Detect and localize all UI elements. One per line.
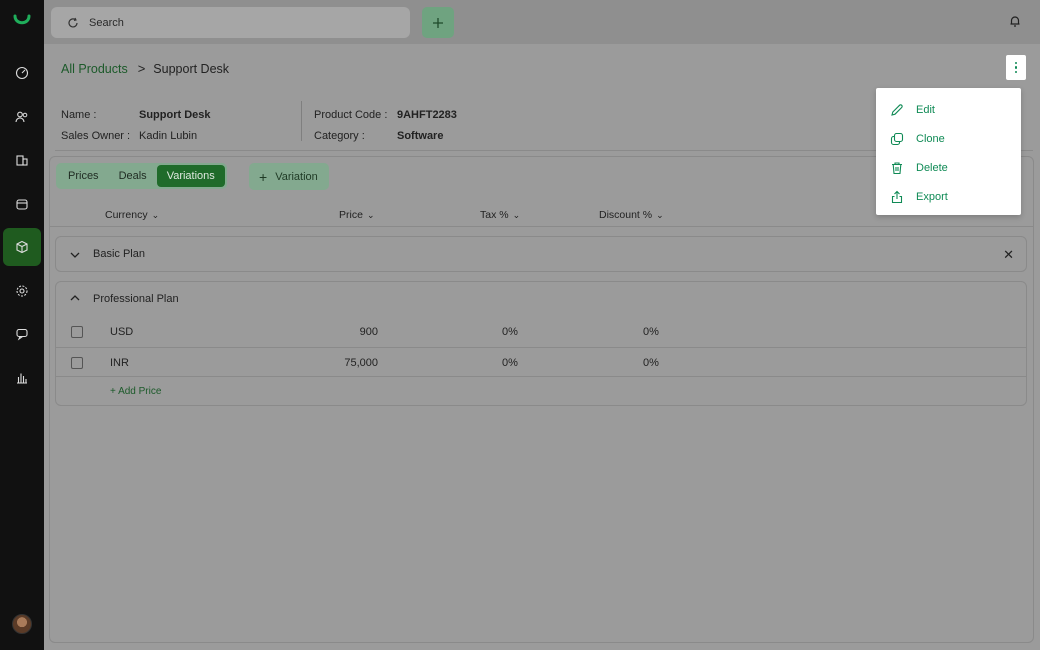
plan-basic: Basic Plan ✕ [55, 236, 1027, 272]
column-currency-label: Currency [105, 209, 148, 221]
chevron-up-icon[interactable] [69, 292, 81, 304]
menu-item-label: Clone [916, 132, 945, 145]
name-value: Support Desk [139, 108, 211, 121]
category-label: Category : [314, 129, 365, 142]
copy-icon [890, 132, 904, 145]
bar-chart-icon [17, 373, 27, 384]
plan-title: Professional Plan [93, 293, 179, 305]
breadcrumb-all-products[interactable]: All Products [61, 62, 128, 76]
category-value: Software [397, 129, 444, 142]
avatar[interactable] [12, 614, 32, 634]
add-button[interactable] [422, 7, 454, 38]
chevron-down-icon: ⌄ [512, 209, 521, 220]
kebab-dot [1014, 61, 1018, 65]
content-card: Prices Deals Variations + Variation Curr… [49, 156, 1034, 643]
column-discount-label: Discount % [599, 209, 653, 221]
sidebar-item-companies[interactable] [3, 141, 41, 179]
kebab-dot [1014, 66, 1018, 69]
column-price-label: Price [339, 209, 363, 221]
add-variation-label: Variation [275, 170, 318, 183]
menu-item-edit[interactable]: Edit [876, 95, 1021, 124]
price-cell: 900 [359, 326, 378, 338]
column-header-price[interactable]: Price ⌄ [339, 209, 374, 221]
add-variation-button[interactable]: + Variation [249, 163, 329, 190]
sidebar-item-messages[interactable] [3, 315, 41, 353]
tax-cell: 0% [502, 326, 518, 338]
menu-item-label: Edit [916, 103, 935, 116]
table-row: INR 75,000 0% 0% [56, 347, 1026, 377]
row-checkbox[interactable] [71, 326, 83, 338]
product-code-label: Product Code : [314, 108, 388, 121]
sidebar-item-contacts[interactable] [3, 98, 41, 136]
users-icon [15, 111, 28, 122]
bell-icon[interactable] [1008, 14, 1022, 28]
price-cell: 75,000 [344, 357, 378, 369]
more-options-menu: Edit Clone Delete Export [876, 88, 1021, 215]
discount-cell: 0% [643, 326, 659, 338]
sidebar-item-calendar[interactable] [3, 185, 41, 223]
currency-cell: USD [110, 326, 134, 338]
chevron-down-icon[interactable] [69, 249, 81, 261]
tax-cell: 0% [502, 357, 518, 369]
column-tax-label: Tax % [480, 209, 509, 221]
app-logo[interactable] [11, 10, 33, 32]
menu-item-label: Export [916, 190, 948, 203]
sales-owner-value: Kadin Lubin [139, 129, 198, 142]
calendar-icon [16, 198, 28, 210]
chevron-down-icon: ⌄ [366, 209, 375, 220]
sidebar-item-reports[interactable] [3, 359, 41, 397]
tab-prices[interactable]: Prices [58, 165, 109, 187]
column-header-currency[interactable]: Currency ⌄ [105, 209, 159, 221]
close-icon[interactable]: ✕ [1003, 247, 1014, 263]
pencil-icon [891, 103, 903, 116]
chevron-down-icon: ⌄ [151, 209, 160, 220]
plus-icon [433, 17, 443, 28]
breadcrumb-current: Support Desk [153, 61, 230, 76]
menu-item-export[interactable]: Export [876, 182, 1021, 211]
topbar: Search [44, 0, 1040, 44]
chat-icon [16, 328, 28, 341]
column-header-discount[interactable]: Discount % ⌄ [599, 209, 664, 221]
sidebar-nav [3, 54, 41, 402]
breadcrumb-separator: > [137, 61, 146, 76]
product-info-left: Name : Support Desk Sales Owner : Kadin Lu… [61, 104, 211, 146]
currency-cell: INR [110, 357, 129, 369]
plan-title: Basic Plan [93, 248, 145, 260]
refresh-search-icon [68, 17, 78, 27]
kebab-dot [1014, 70, 1018, 74]
product-code-value: 9AHFT2283 [397, 108, 457, 121]
add-price-link[interactable]: + Add Price [110, 386, 161, 397]
export-icon [891, 190, 903, 203]
column-header-tax[interactable]: Tax % ⌄ [480, 209, 520, 221]
gauge-icon [15, 66, 29, 80]
sidebar [0, 0, 44, 650]
box-icon [16, 240, 28, 254]
product-info-right: Product Code : 9AHFT2283 Category : Softwa… [301, 101, 457, 142]
tab-variations[interactable]: Variations [156, 165, 225, 187]
plus-icon: + [259, 168, 268, 185]
menu-item-clone[interactable]: Clone [876, 124, 1021, 153]
tab-group: Prices Deals Variations [56, 163, 227, 189]
plan-professional: Professional Plan USD 900 0% 0% INR 75,0… [55, 281, 1027, 406]
menu-item-label: Delete [916, 161, 948, 174]
sidebar-item-settings[interactable] [3, 272, 41, 310]
sales-owner-label: Sales Owner : [61, 129, 131, 142]
discount-cell: 0% [643, 357, 659, 369]
table-row: USD 900 0% 0% [56, 317, 1026, 347]
sidebar-item-dashboard[interactable] [3, 54, 41, 92]
name-label: Name : [61, 108, 97, 121]
header-divider [50, 226, 1033, 227]
row-checkbox[interactable] [71, 357, 83, 369]
gear-icon [16, 284, 28, 297]
building-icon [16, 155, 28, 166]
chevron-down-icon: ⌄ [656, 209, 664, 220]
sidebar-item-products[interactable] [3, 228, 41, 266]
more-options-button[interactable] [1006, 55, 1026, 80]
trash-icon [892, 161, 902, 174]
breadcrumb: All Products > Support Desk [61, 61, 229, 76]
search-label: Search [89, 16, 124, 29]
search-input[interactable]: Search [51, 7, 410, 38]
menu-item-delete[interactable]: Delete [876, 153, 1021, 182]
tab-deals[interactable]: Deals [109, 165, 157, 187]
